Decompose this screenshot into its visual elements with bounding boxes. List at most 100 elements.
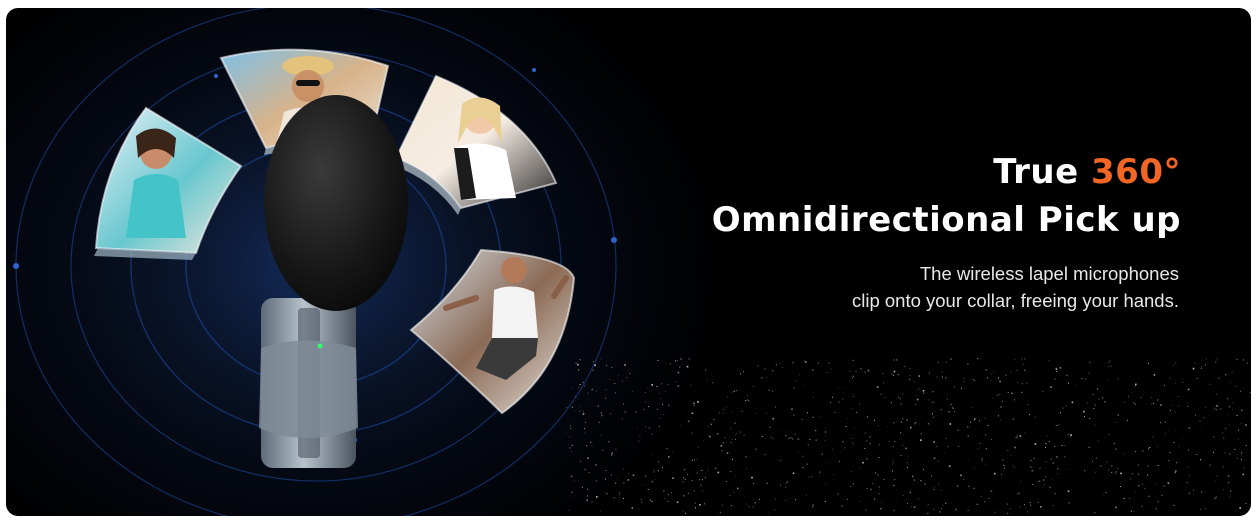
sparkle-dot <box>1129 497 1131 499</box>
sparkle-dot <box>701 479 703 481</box>
sparkle-dot <box>614 383 616 384</box>
sparkle-dot <box>976 503 978 505</box>
sparkle-dot <box>643 408 645 410</box>
sparkle-dot <box>865 509 867 511</box>
sparkle-dot <box>1229 382 1231 384</box>
sparkle-dot <box>1056 370 1058 372</box>
sparkle-dot <box>893 422 895 424</box>
sparkle-dot <box>604 478 606 480</box>
sparkle-dot <box>1170 410 1172 412</box>
sparkle-dot <box>733 422 735 424</box>
sparkle-dot <box>724 437 726 439</box>
sparkle-dot <box>747 399 749 401</box>
sparkle-dot <box>726 396 728 398</box>
sparkle-dot <box>780 459 781 461</box>
sparkle-dot <box>831 396 833 398</box>
sparkle-dot <box>956 485 959 487</box>
sparkle-dot <box>570 428 572 430</box>
sparkle-dot <box>1178 446 1180 448</box>
sparkle-dot <box>582 411 584 413</box>
sparkle-dot <box>1029 502 1031 504</box>
sparkle-dot <box>1241 409 1243 412</box>
sparkle-dot <box>697 446 699 448</box>
sparkle-dot <box>1220 408 1222 410</box>
sparkle-dot <box>1243 467 1245 469</box>
sparkle-dot <box>726 481 728 482</box>
sparkle-dot <box>1175 382 1177 384</box>
sparkle-dot <box>1115 471 1117 473</box>
sparkle-dot <box>949 423 952 425</box>
sparkle-dot <box>985 448 987 450</box>
sparkle-dot <box>1147 474 1149 476</box>
sparkle-dot <box>594 364 596 367</box>
sparkle-dot <box>1002 459 1004 461</box>
sparkle-dot <box>1201 365 1203 367</box>
sparkle-dot <box>638 508 640 510</box>
sparkle-dot <box>1138 473 1140 475</box>
sparkle-dot <box>1010 454 1012 456</box>
sparkle-dot <box>1142 450 1144 452</box>
sparkle-dot <box>578 387 580 389</box>
sparkle-dot <box>887 426 889 428</box>
sparkle-dot <box>651 501 653 502</box>
sparkle-dot <box>1216 358 1218 360</box>
sparkle-dot <box>927 512 929 514</box>
sparkle-dot <box>997 394 999 396</box>
sparkle-dot <box>1054 445 1056 447</box>
sparkle-dot <box>1057 473 1059 475</box>
sparkle-dot <box>579 384 581 385</box>
sparkle-dot <box>1153 374 1156 376</box>
sparkle-dot <box>1089 418 1091 420</box>
sparkle-dot <box>746 468 748 470</box>
sparkle-dot <box>845 426 847 427</box>
sparkle-dot <box>586 445 588 447</box>
sparkle-dot <box>893 485 895 487</box>
sparkle-dot <box>687 474 689 475</box>
sparkle-dot <box>869 436 871 438</box>
sparkle-dot <box>1084 470 1086 472</box>
sparkle-dot <box>1240 422 1242 424</box>
sparkle-dot <box>1045 476 1047 478</box>
sparkle-dot <box>867 369 870 372</box>
sparkle-dot <box>1228 424 1230 426</box>
sparkle-dot <box>686 365 689 368</box>
sparkle-dot <box>1027 511 1029 513</box>
sparkle-dot <box>864 432 866 434</box>
sparkle-dot <box>755 448 757 450</box>
sparkle-dot <box>1215 480 1217 482</box>
sparkle-dot <box>651 433 653 435</box>
sparkle-dot <box>1148 362 1149 364</box>
sparkle-dot <box>893 370 896 373</box>
sparkle-dot <box>915 404 917 406</box>
sparkle-dot <box>942 504 944 506</box>
sparkle-dot <box>764 454 766 455</box>
sparkle-dot <box>770 373 772 375</box>
sparkle-dot <box>647 489 649 490</box>
sparkle-dot <box>1235 510 1237 512</box>
sparkle-dot <box>600 510 602 512</box>
sparkle-dot <box>641 501 643 503</box>
sparkle-dot <box>766 482 768 484</box>
sparkle-dot <box>1109 360 1111 362</box>
sparkle-dot <box>1055 368 1058 370</box>
sparkle-dot <box>720 445 723 447</box>
subtitle-line1: The wireless lapel microphones <box>919 263 1179 284</box>
sparkle-dot <box>880 501 882 503</box>
sparkle-dot <box>1237 438 1239 440</box>
sparkle-dot <box>894 441 896 442</box>
sparkle-dot <box>891 470 893 472</box>
sparkle-dot <box>585 422 586 423</box>
sparkle-dot <box>1039 467 1041 469</box>
sparkle-dot <box>1171 404 1173 406</box>
sparkle-dot <box>619 492 621 494</box>
sparkle-dot <box>1239 507 1241 509</box>
sparkle-dot <box>1133 402 1135 404</box>
sparkle-dot <box>1157 501 1159 503</box>
sparkle-dot <box>577 363 579 366</box>
sparkle-dot <box>849 370 851 372</box>
sparkle-dot <box>837 388 839 389</box>
sparkle-dot <box>1169 452 1171 454</box>
sparkle-dot <box>967 509 969 511</box>
sparkle-dot <box>793 414 795 416</box>
sparkle-dot <box>1204 508 1206 509</box>
